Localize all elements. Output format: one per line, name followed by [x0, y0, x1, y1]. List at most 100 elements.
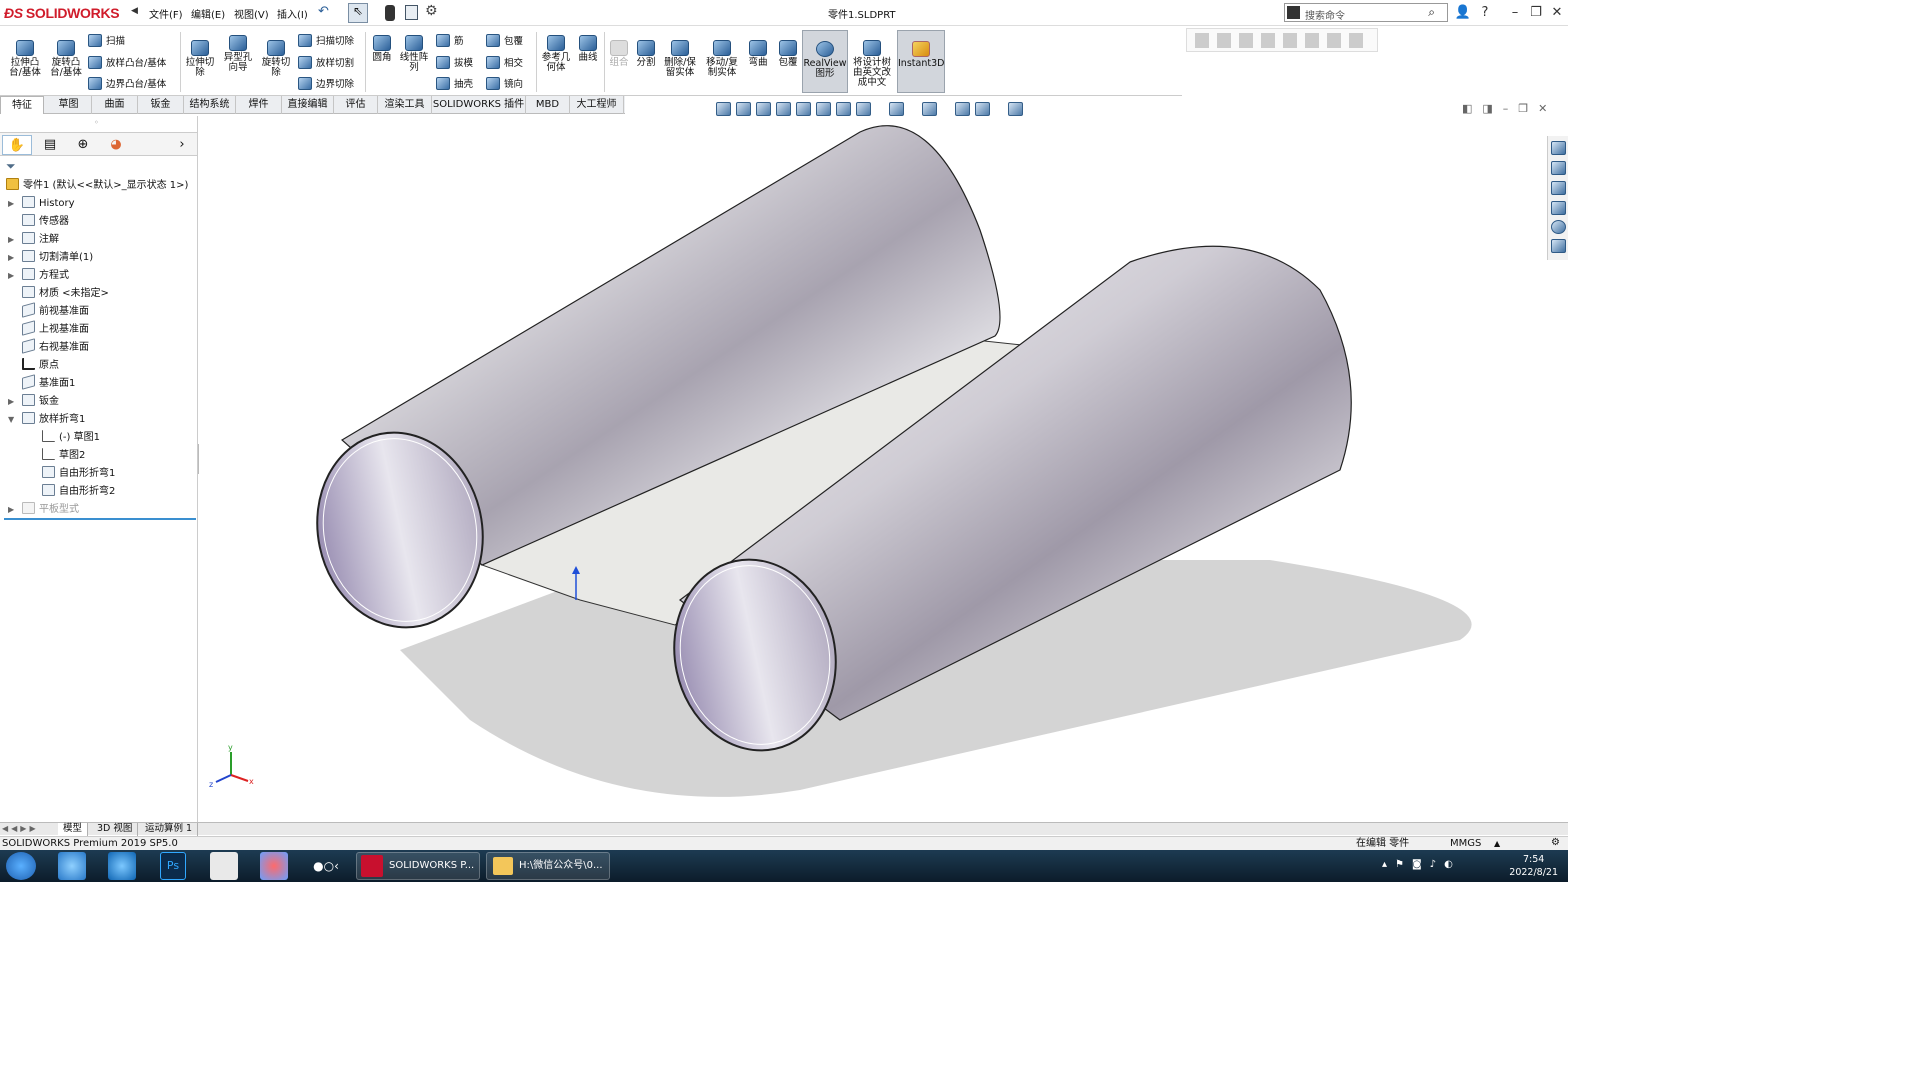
units-button[interactable]: MMGS [1450, 837, 1481, 850]
app-icon-5[interactable] [260, 852, 288, 880]
previous-view-icon[interactable] [716, 102, 731, 116]
view-palette-icon[interactable] [1551, 201, 1566, 215]
intersect-button[interactable]: 相交 [486, 55, 523, 69]
tab-evaluate[interactable]: 评估 [334, 96, 378, 114]
tree-item-sensors[interactable]: 传感器 [22, 213, 69, 231]
tree-root[interactable]: 零件1 (默认<<默认>_显示状态 1>) [6, 177, 188, 195]
tree-item-history[interactable]: ▶ History [8, 195, 75, 213]
browser-icon[interactable] [108, 852, 136, 880]
sweep-button[interactable]: 扫描 [88, 33, 125, 47]
tree-item-sheet-metal[interactable]: ▶ 钣金 [8, 393, 59, 411]
restore-button[interactable]: ❐ [1527, 4, 1545, 22]
loft-boss-button[interactable]: 放样凸台/基体 [88, 55, 166, 69]
instant3d-button[interactable]: Instant3D [897, 30, 945, 93]
edit-appearance-icon[interactable] [922, 102, 937, 116]
taskbar-folder[interactable]: H:\微信公众号\0... [486, 852, 610, 880]
reference-geometry-button[interactable]: 参考几 何体 [539, 35, 573, 73]
tree-item-freeform-bend2[interactable]: 自由形折弯2 [42, 483, 115, 501]
extrude-boss-button[interactable]: 拉伸凸 台/基体 [6, 40, 44, 78]
file-properties-icon[interactable] [405, 5, 418, 20]
expand-icon[interactable]: ▶ [8, 249, 14, 267]
feature-tree-tab[interactable]: ✋ [2, 135, 32, 155]
expand-icon[interactable]: ▶ [8, 195, 14, 213]
minimize-button[interactable]: – [1506, 4, 1524, 22]
clock[interactable]: 7:54 2022/8/21 [1509, 853, 1558, 879]
traffic-light-icon[interactable] [385, 5, 395, 21]
menu-file[interactable]: 文件(F) [149, 6, 183, 21]
revolve-boss-button[interactable]: 旋转凸 台/基体 [47, 40, 85, 78]
realview-button[interactable]: RealView 图形 [802, 30, 848, 93]
tree-item-cut-list[interactable]: ▶ 切割清单(1) [8, 249, 93, 267]
solidworks-logo[interactable]: ƉS SOLIDWORKS [4, 2, 126, 24]
swept-cut-button[interactable]: 扫描切除 [298, 33, 354, 47]
customize-icon[interactable]: ⚙ [1551, 836, 1560, 849]
tab-direct-editing[interactable]: 直接编辑 [282, 96, 334, 114]
rib-button[interactable]: 筋 [436, 33, 464, 47]
app-icon-1[interactable] [58, 852, 86, 880]
tree-item-equations[interactable]: ▶ 方程式 [8, 267, 69, 285]
expand-icon[interactable]: ▶ [8, 501, 14, 519]
tab-model[interactable]: 模型 [58, 823, 89, 836]
menu-insert[interactable]: 插入(I) [277, 6, 308, 21]
tab-features[interactable]: 特征 [0, 96, 44, 114]
view-orientation-icon[interactable] [836, 102, 851, 116]
fillet-button[interactable]: 圆角 [368, 35, 396, 63]
expand-icon[interactable]: ▶ [8, 231, 14, 249]
tab-sketch[interactable]: 草图 [46, 96, 92, 114]
curves-button[interactable]: 曲线 [575, 35, 601, 63]
tree-item-flat-pattern[interactable]: ▶ 平板型式 [8, 501, 79, 519]
translate-tree-button[interactable]: 将设计树 由英文改 成中文 [850, 40, 894, 88]
zoom-to-fit-icon[interactable] [736, 102, 751, 116]
tree-item-material[interactable]: 材质 <未指定> [22, 285, 109, 303]
graphics-area[interactable]: y x z [199, 116, 1545, 822]
boundary-boss-button[interactable]: 边界凸台/基体 [88, 76, 166, 90]
appearances-icon[interactable] [1551, 220, 1566, 234]
dynamic-annotation-icon[interactable] [816, 102, 831, 116]
hole-wizard-button[interactable]: 异型孔 向导 [220, 35, 256, 73]
custom-properties-icon[interactable] [1551, 239, 1566, 253]
tree-item-annotations[interactable]: ▶ 注解 [8, 231, 59, 249]
apply-scene-icon[interactable] [955, 102, 970, 116]
section-view-icon[interactable] [796, 102, 811, 116]
wrap-button[interactable]: 包覆 [486, 33, 523, 47]
zoom-area-icon[interactable] [756, 102, 771, 116]
flex-button[interactable]: 弯曲 [745, 40, 771, 68]
monitor-icon[interactable] [1008, 102, 1023, 116]
tab-engineer[interactable]: 大工程师 [570, 96, 624, 114]
collapse-icon[interactable]: ▼ [8, 411, 14, 429]
menu-edit[interactable]: 编辑(E) [191, 6, 225, 21]
tab-weldments[interactable]: 焊件 [236, 96, 282, 114]
taskbar-solidworks[interactable]: SOLIDWORKS P... [356, 852, 480, 880]
draft-button[interactable]: 拔模 [436, 55, 473, 69]
tab-addins[interactable]: SOLIDWORKS 插件 [432, 96, 526, 114]
viewport-window-controls[interactable]: ◧◨–❐✕ [1462, 102, 1557, 115]
tab-3d-view[interactable]: 3D 视图 [92, 823, 139, 836]
tree-item-right-plane[interactable]: 右视基准面 [22, 338, 89, 357]
tab-structure-system[interactable]: 结构系统 [184, 96, 236, 114]
system-tray-icons[interactable]: ▴⚑◙♪◐ [1382, 859, 1461, 870]
close-button[interactable]: ✕ [1548, 4, 1566, 22]
photoshop-icon[interactable]: Ps [160, 852, 186, 880]
search-input[interactable]: 搜索命令 ⌕ [1284, 3, 1448, 22]
tree-item-top-plane[interactable]: 上视基准面 [22, 320, 89, 339]
property-manager-tab[interactable]: ▤ [35, 135, 65, 155]
panel-expand-arrow-icon[interactable]: › [172, 135, 192, 155]
gear-icon[interactable]: ⚙ [425, 3, 438, 19]
boundary-cut-button[interactable]: 边界切除 [298, 76, 354, 90]
display-style-icon[interactable] [856, 102, 871, 116]
tab-scroll-arrows-icon[interactable]: ◀◀▶▶ [2, 824, 39, 833]
app-icon-4[interactable] [210, 852, 238, 880]
tree-item-plane1[interactable]: 基准面1 [22, 374, 75, 393]
hide-show-items-icon[interactable] [889, 102, 904, 116]
combine-button[interactable]: 组合 [607, 40, 631, 68]
extrude-cut-button[interactable]: 拉伸切 除 [183, 40, 217, 78]
tree-item-front-plane[interactable]: 前视基准面 [22, 302, 89, 321]
panel-grip-icon[interactable]: ◦ [94, 118, 99, 127]
app-icon-6[interactable]: ●○‹ [310, 852, 342, 880]
linear-pattern-button[interactable]: 线性阵 列 [398, 35, 430, 73]
undo-icon[interactable]: ↶ [318, 4, 329, 19]
move-copy-body-button[interactable]: 移动/复 制实体 [703, 40, 741, 78]
display-manager-tab[interactable]: ◕ [101, 135, 131, 155]
previous-view-2-icon[interactable] [776, 102, 791, 116]
menu-view[interactable]: 视图(V) [234, 6, 269, 21]
